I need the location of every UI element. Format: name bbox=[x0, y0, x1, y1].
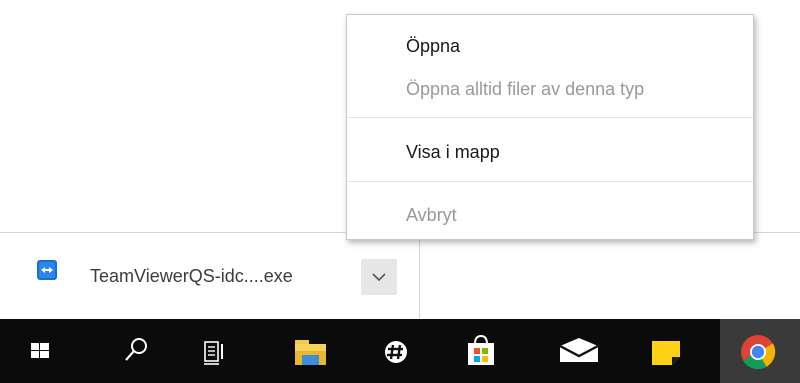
menu-separator bbox=[347, 181, 753, 182]
slack-button[interactable] bbox=[366, 319, 426, 383]
menu-separator bbox=[347, 117, 753, 118]
download-item[interactable]: TeamViewerQS-idc....exe bbox=[0, 233, 420, 320]
context-menu: Öppna Öppna alltid filer av denna typ Vi… bbox=[346, 14, 754, 240]
chevron-down-icon bbox=[372, 273, 386, 282]
microsoft-store-icon bbox=[468, 334, 494, 365]
download-shelf: TeamViewerQS-idc....exe bbox=[0, 232, 800, 320]
download-file-name: TeamViewerQS-idc....exe bbox=[90, 266, 293, 286]
chrome-icon bbox=[741, 335, 776, 370]
menu-item-open[interactable]: Öppna bbox=[347, 29, 753, 63]
microsoft-store-button[interactable] bbox=[451, 319, 511, 383]
task-view-icon bbox=[204, 341, 223, 365]
menu-item-always-open[interactable]: Öppna alltid filer av denna typ bbox=[347, 72, 753, 106]
search-button[interactable] bbox=[106, 319, 166, 383]
file-explorer-icon bbox=[295, 340, 326, 365]
file-explorer-button[interactable] bbox=[282, 319, 342, 383]
taskbar bbox=[0, 319, 800, 383]
sticky-notes-button[interactable] bbox=[636, 319, 696, 383]
windows-start-icon bbox=[31, 343, 49, 358]
mail-icon bbox=[559, 338, 599, 362]
search-icon bbox=[125, 338, 147, 361]
download-menu-button[interactable] bbox=[361, 259, 397, 295]
teamviewer-icon bbox=[37, 260, 57, 280]
menu-item-show-in-folder[interactable]: Visa i mapp bbox=[347, 135, 753, 169]
sticky-notes-icon bbox=[652, 341, 680, 365]
chrome-button[interactable] bbox=[720, 319, 800, 383]
task-view-button[interactable] bbox=[186, 319, 246, 383]
slack-icon bbox=[385, 341, 407, 363]
menu-item-cancel[interactable]: Avbryt bbox=[347, 198, 753, 232]
mail-button[interactable] bbox=[550, 319, 610, 383]
start-button[interactable] bbox=[16, 319, 76, 383]
